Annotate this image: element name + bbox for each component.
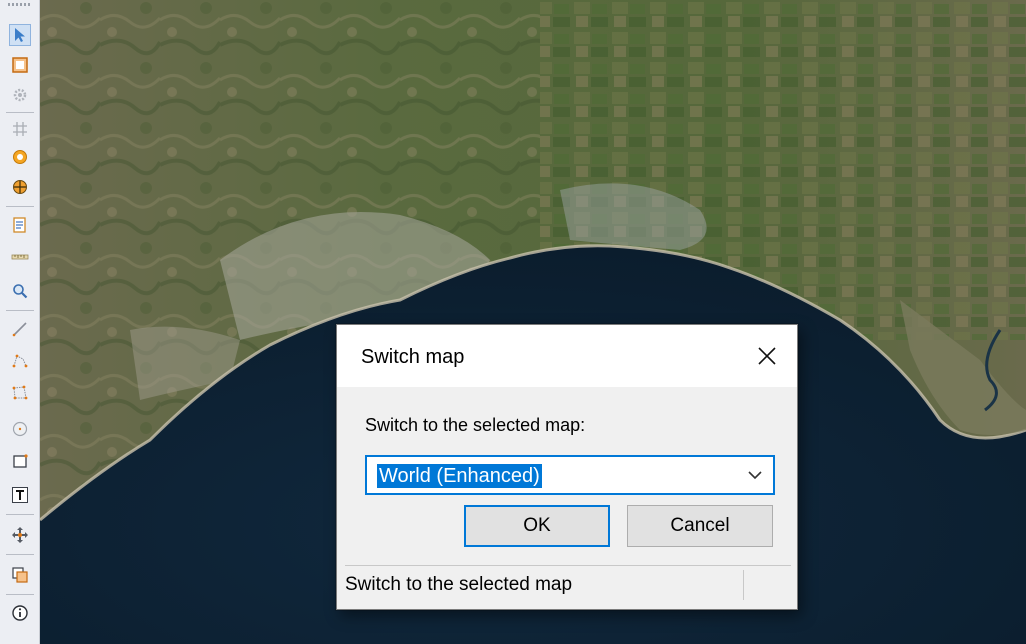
cancel-button[interactable]: Cancel bbox=[627, 505, 773, 547]
pencil-line-icon[interactable] bbox=[9, 318, 31, 340]
circle-marker-icon[interactable] bbox=[9, 146, 31, 168]
dialog-titlebar[interactable]: Switch map bbox=[337, 325, 797, 387]
toolbar-separator bbox=[6, 112, 34, 113]
dialog-title: Switch map bbox=[361, 346, 465, 368]
switch-map-dialog: Switch map Switch to the selected map: W… bbox=[336, 324, 798, 610]
map-select-dropdown[interactable]: World (Enhanced) bbox=[365, 455, 775, 495]
settings-gear-icon[interactable] bbox=[9, 84, 31, 106]
left-tool-palette bbox=[0, 0, 40, 644]
selected-map-value: World (Enhanced) bbox=[377, 464, 542, 488]
chevron-down-icon bbox=[748, 471, 762, 480]
status-text: Switch to the selected map bbox=[345, 574, 573, 595]
toolbar-separator bbox=[6, 594, 34, 595]
polyline-icon[interactable] bbox=[9, 350, 31, 372]
toolbar-separator bbox=[6, 206, 34, 207]
toolbar-separator bbox=[6, 310, 34, 311]
move-pan-icon[interactable] bbox=[9, 524, 31, 546]
ok-button[interactable]: OK bbox=[464, 505, 610, 547]
close-button[interactable] bbox=[737, 325, 797, 387]
close-icon bbox=[758, 347, 776, 365]
toolbar-separator bbox=[6, 554, 34, 555]
status-bar-divider bbox=[743, 570, 744, 600]
ruler-icon[interactable] bbox=[9, 246, 31, 268]
zoom-magnifier-icon[interactable] bbox=[9, 280, 31, 302]
toolbar-separator bbox=[6, 514, 34, 515]
select-arrow-icon[interactable] bbox=[9, 24, 31, 46]
text-tool-icon[interactable] bbox=[9, 484, 31, 506]
select-map-prompt: Switch to the selected map: bbox=[365, 415, 586, 435]
layer-frame-icon[interactable] bbox=[9, 54, 31, 76]
document-list-icon[interactable] bbox=[9, 214, 31, 236]
circle-tool-icon[interactable] bbox=[9, 418, 31, 440]
info-icon[interactable] bbox=[9, 602, 31, 624]
grid-icon[interactable] bbox=[9, 118, 31, 140]
compass-target-icon[interactable] bbox=[9, 176, 31, 198]
toolbar-grip[interactable] bbox=[8, 3, 32, 6]
rectangle-tool-icon[interactable] bbox=[9, 450, 31, 472]
dialog-status-bar: Switch to the selected map bbox=[345, 565, 791, 603]
overlay-copy-icon[interactable] bbox=[9, 564, 31, 586]
polygon-icon[interactable] bbox=[9, 382, 31, 404]
